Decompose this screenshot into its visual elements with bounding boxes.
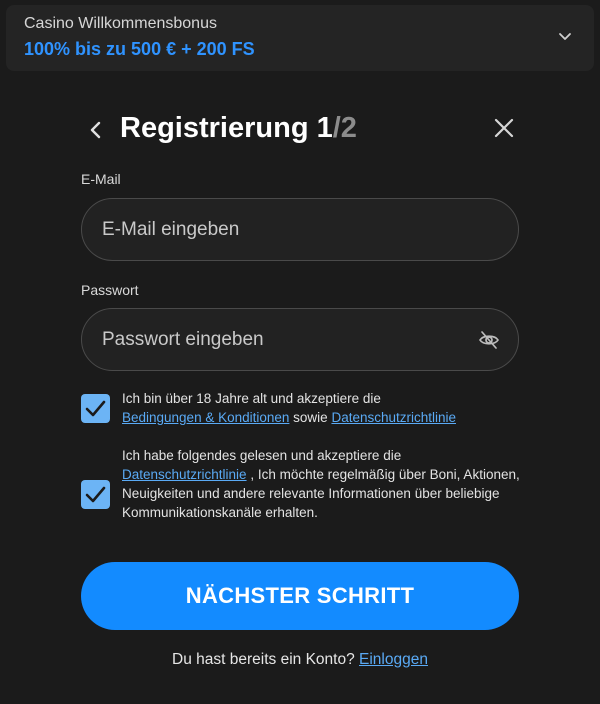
- privacy-policy-link[interactable]: Datenschutzrichtlinie: [331, 410, 456, 425]
- modal-header: Registrierung 1/2: [80, 112, 520, 152]
- marketing-consent-text: Ich habe folgendes gelesen und akzeptier…: [122, 446, 522, 522]
- page-title-text: Registrierung 1: [120, 112, 333, 144]
- consent-text: Ich bin über 18 Jahre alt und akzeptiere…: [122, 391, 381, 406]
- email-field[interactable]: [102, 199, 462, 260]
- consent-text: sowie: [293, 410, 328, 425]
- chevron-down-icon[interactable]: [556, 27, 574, 45]
- password-field[interactable]: [102, 309, 462, 370]
- marketing-consent-checkbox[interactable]: [81, 480, 110, 509]
- chevron-left-icon[interactable]: [86, 118, 106, 142]
- age-terms-text: Ich bin über 18 Jahre alt und akzeptiere…: [122, 389, 522, 427]
- terms-link[interactable]: Bedingungen & Konditionen: [122, 410, 289, 425]
- next-step-button[interactable]: NÄCHSTER SCHRITT: [81, 562, 519, 630]
- password-label: Passwort: [81, 282, 139, 298]
- check-icon: [85, 486, 106, 503]
- privacy-policy-link[interactable]: Datenschutzrichtlinie: [122, 467, 247, 482]
- bonus-title: Casino Willkommensbonus: [24, 15, 217, 32]
- login-link[interactable]: Einloggen: [359, 651, 428, 668]
- eye-off-icon[interactable]: [478, 329, 500, 351]
- bonus-offer: 100% bis zu 500 € + 200 FS: [24, 39, 255, 59]
- step-total: /2: [332, 112, 357, 144]
- email-label: E-Mail: [81, 171, 121, 187]
- consent-text: Ich habe folgendes gelesen und akzeptier…: [122, 448, 402, 463]
- email-field-wrapper: [81, 198, 519, 261]
- registration-modal: Casino Willkommensbonus 100% bis zu 500 …: [0, 0, 600, 704]
- page-title: Registrierung 1/2: [120, 112, 357, 145]
- password-field-wrapper: [81, 308, 519, 371]
- age-terms-checkbox[interactable]: [81, 394, 110, 423]
- check-icon: [85, 400, 106, 417]
- close-icon[interactable]: [492, 116, 516, 140]
- welcome-bonus-banner[interactable]: Casino Willkommensbonus 100% bis zu 500 …: [6, 5, 594, 71]
- login-prompt-text: Du hast bereits ein Konto?: [172, 651, 355, 668]
- login-prompt: Du hast bereits ein Konto? Einloggen: [0, 651, 600, 669]
